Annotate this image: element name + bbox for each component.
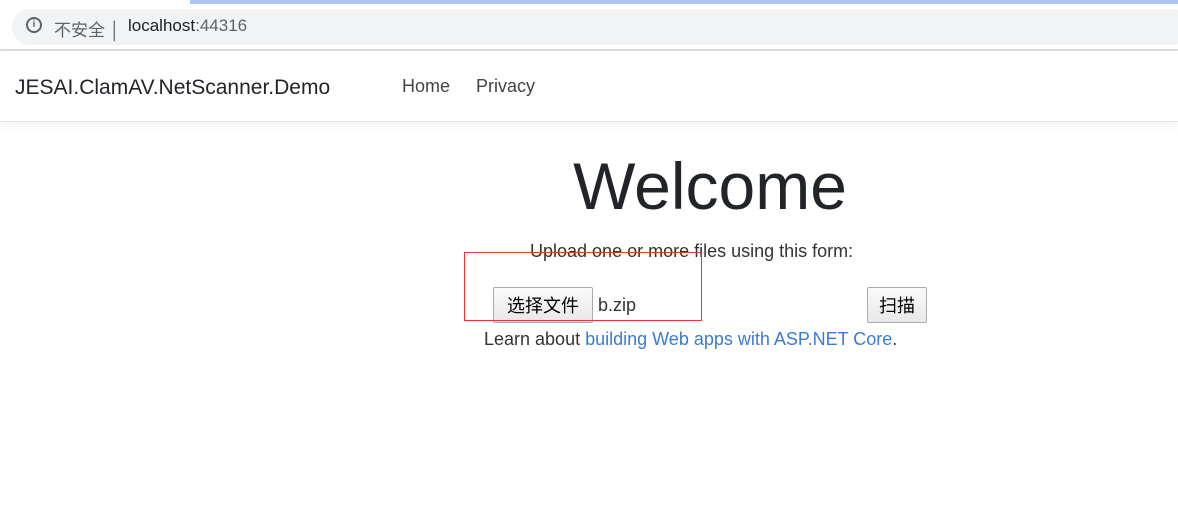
url-text[interactable]: localhost:44316	[128, 16, 247, 36]
navbar: JESAI.ClamAV.NetScanner.Demo Home Privac…	[0, 51, 1178, 122]
nav-privacy[interactable]: Privacy	[476, 76, 535, 97]
brand-link[interactable]: JESAI.ClamAV.NetScanner.Demo	[15, 76, 330, 100]
docs-link[interactable]: building Web apps with ASP.NET Core	[585, 329, 892, 349]
active-tab-indicator	[190, 0, 1178, 4]
info-icon[interactable]: i	[26, 17, 42, 33]
learn-text: Learn about building Web apps with ASP.N…	[484, 329, 897, 350]
page-title: Welcome	[573, 149, 847, 223]
nav-home[interactable]: Home	[402, 76, 450, 97]
learn-prefix: Learn about	[484, 329, 586, 349]
scan-button[interactable]: 扫描	[867, 287, 927, 323]
url-host: localhost	[128, 16, 196, 35]
url-port: :44316	[195, 16, 248, 35]
learn-suffix: .	[892, 329, 898, 349]
security-text: 不安全	[54, 21, 105, 40]
highlight-box	[464, 252, 702, 321]
security-label[interactable]: 不安全 │	[54, 16, 120, 41]
